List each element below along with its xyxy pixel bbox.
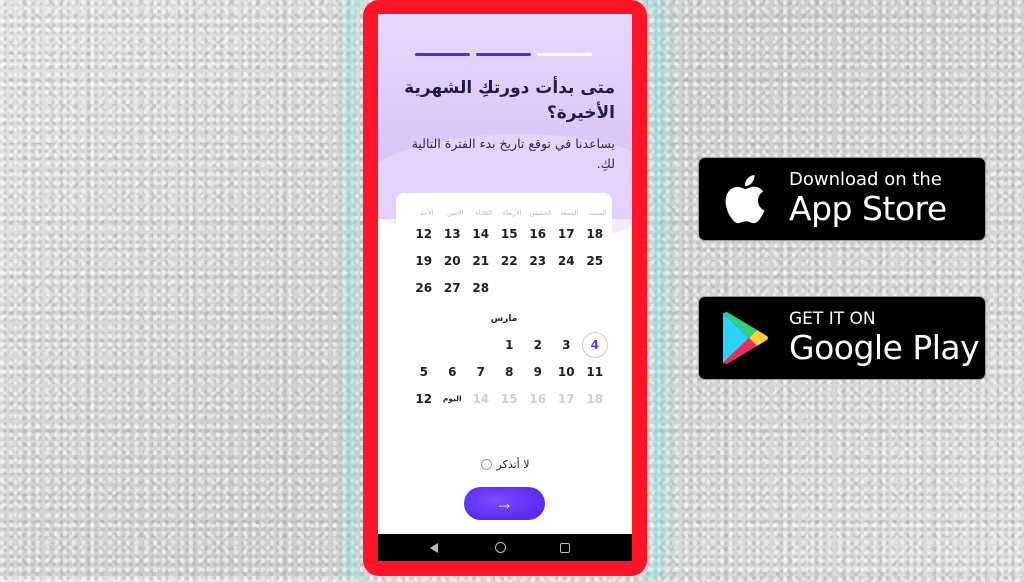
calendar-day[interactable]: 19 xyxy=(410,247,439,274)
weekday-label: الثلاثاء xyxy=(475,209,492,217)
calendar-day[interactable]: 13 xyxy=(438,220,467,247)
calendar-day[interactable]: 3 xyxy=(552,331,581,358)
google-play-logo-icon xyxy=(699,310,789,366)
calendar-day[interactable]: 24 xyxy=(552,247,581,274)
google-play-big-text: Google Play xyxy=(789,328,980,367)
nav-back-button[interactable] xyxy=(430,542,450,553)
question-title: متى بدأت دورتكِ الشهرية الأخيرة؟ xyxy=(404,78,615,123)
calendar-day[interactable]: 1 xyxy=(495,331,524,358)
progress-step-1 xyxy=(537,53,592,56)
weekday-label: الأحد xyxy=(420,209,434,217)
calendar-day-today[interactable]: اليوم xyxy=(438,385,467,412)
calendar-day[interactable]: 17 xyxy=(552,220,581,247)
next-button[interactable]: → xyxy=(464,487,545,520)
date-picker-calendar: السبت الجمعة الخميس الأربعاء الثلاثاء الاثنين… xyxy=(396,193,612,421)
weekday-label: السبت xyxy=(588,209,607,217)
calendar-day-disabled: 18 xyxy=(586,391,604,406)
month-label: مارس xyxy=(490,314,518,324)
calendar-day[interactable]: 23 xyxy=(524,247,553,274)
arrow-right-icon: → xyxy=(495,493,514,513)
calendar-day[interactable]: 27 xyxy=(438,274,467,301)
calendar-day[interactable]: 11 xyxy=(581,358,610,385)
calendar-day[interactable]: 10 xyxy=(552,358,581,385)
calendar-day[interactable]: 20 xyxy=(438,247,467,274)
weekday-label: الجمعة xyxy=(560,209,579,217)
calendar-day[interactable]: 14 xyxy=(467,220,496,247)
phone-frame: متى بدأت دورتكِ الشهرية الأخيرة؟ يساعدنا… xyxy=(363,0,647,576)
calendar-day-disabled: 15 xyxy=(500,391,518,406)
google-play-small-text: GET IT ON xyxy=(789,309,876,329)
calendar-day[interactable]: 12 xyxy=(410,220,439,247)
back-triangle-icon xyxy=(430,542,439,553)
selected-day-label: 4 xyxy=(581,331,608,358)
dont-remember-label: لا أتذكر xyxy=(496,458,530,471)
weekday-label: الخميس xyxy=(529,209,552,217)
calendar-day[interactable]: 26 xyxy=(410,274,439,301)
step-progress xyxy=(415,53,592,56)
app-store-big-text: App Store xyxy=(789,189,947,228)
calendar-day[interactable]: 18 xyxy=(581,220,610,247)
recents-square-icon xyxy=(559,542,570,553)
current-month-grid: 4 3 2 1 11 10 9 8 7 6 5 18 17 16 15 14 اليوم 12 xyxy=(399,331,609,412)
calendar-day[interactable]: 7 xyxy=(467,358,496,385)
calendar-day[interactable]: 16 xyxy=(524,220,553,247)
previous-month-grid: 18 17 16 15 14 13 12 25 24 23 22 21 20 19 28 27 26 xyxy=(399,220,609,301)
calendar-day[interactable]: 28 xyxy=(467,274,496,301)
google-play-badge[interactable]: GET IT ON Google Play xyxy=(698,296,986,380)
calendar-day-disabled: 14 xyxy=(472,391,490,406)
progress-step-3 xyxy=(415,53,470,56)
calendar-day-disabled: 16 xyxy=(529,391,547,406)
calendar-day[interactable]: 5 xyxy=(410,358,439,385)
calendar-day-selected[interactable]: 4 xyxy=(581,331,610,358)
calendar-day[interactable]: 9 xyxy=(524,358,553,385)
calendar-day[interactable]: 15 xyxy=(495,220,524,247)
apple-logo-icon xyxy=(699,172,789,226)
calendar-day[interactable]: 2 xyxy=(524,331,553,358)
calendar-day[interactable]: 25 xyxy=(581,247,610,274)
calendar-day[interactable]: 12 xyxy=(410,385,439,412)
app-store-small-text: Download on the xyxy=(789,169,942,190)
dont-remember-option[interactable]: لا أتذكر xyxy=(378,458,632,471)
weekday-label: الأربعاء xyxy=(502,209,522,217)
android-nav-bar xyxy=(378,534,632,561)
calendar-day[interactable]: 8 xyxy=(495,358,524,385)
calendar-day[interactable]: 6 xyxy=(438,358,467,385)
nav-home-button[interactable] xyxy=(494,542,515,553)
dont-remember-radio[interactable] xyxy=(480,459,492,470)
calendar-day[interactable]: 21 xyxy=(467,247,496,274)
calendar-day[interactable]: 22 xyxy=(495,247,524,274)
home-circle-icon xyxy=(494,542,506,553)
progress-step-2 xyxy=(476,53,531,56)
weekday-header: السبت الجمعة الخميس الأربعاء الثلاثاء الاثنين… xyxy=(396,209,612,217)
calendar-day-disabled: 17 xyxy=(557,391,575,406)
question-subtitle: يساعدنا في توقع تاريخ بدء الفترة التالية… xyxy=(411,136,615,171)
weekday-label: الاثنين xyxy=(447,209,464,217)
nav-recents-button[interactable] xyxy=(559,542,580,553)
app-screen: متى بدأت دورتكِ الشهرية الأخيرة؟ يساعدنا… xyxy=(378,14,632,534)
app-store-badge[interactable]: Download on the App Store xyxy=(698,157,986,241)
